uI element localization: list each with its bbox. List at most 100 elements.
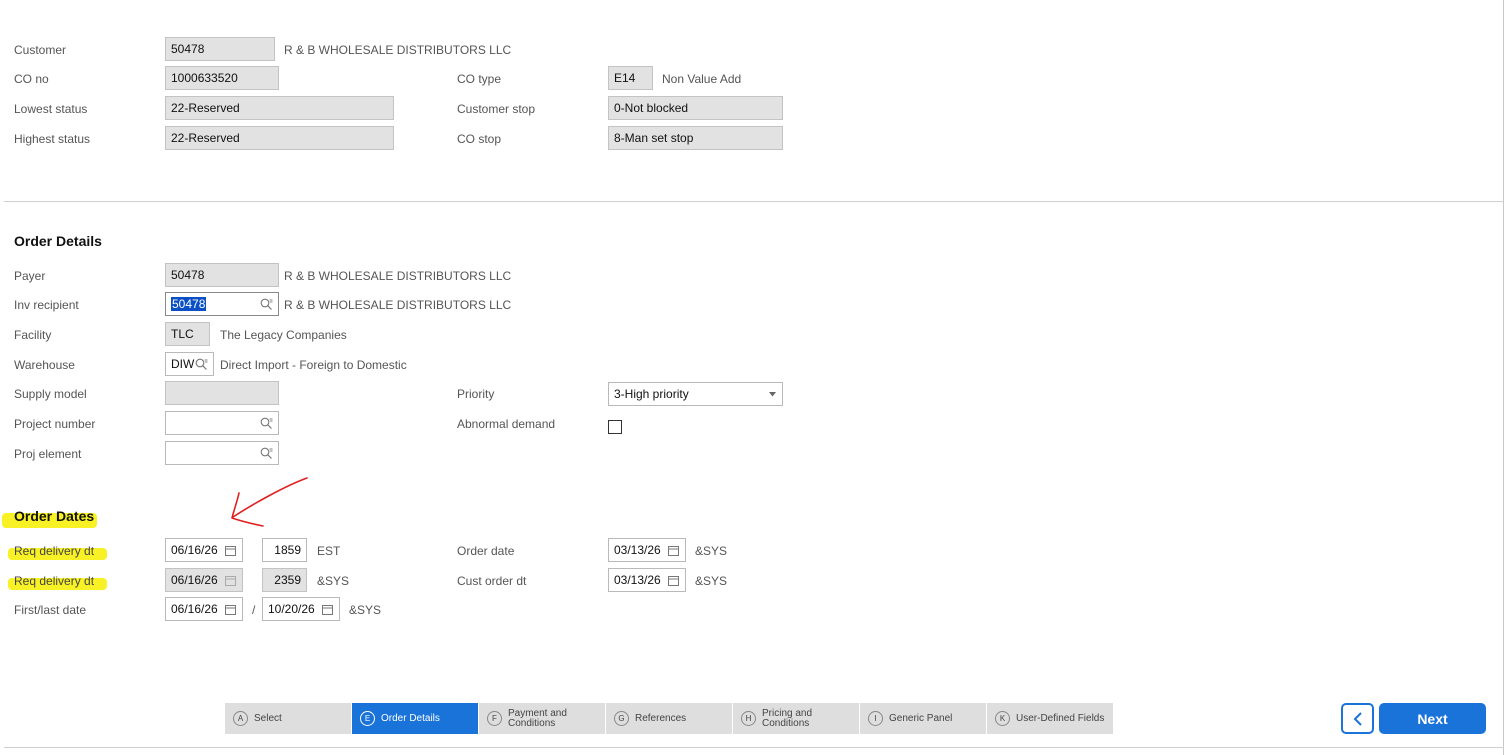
highest-status-value: 22-Reserved	[171, 131, 240, 145]
step-label: Pricing and Conditions	[762, 707, 813, 729]
facility-label: Facility	[14, 328, 52, 342]
step-key: K	[995, 711, 1010, 726]
co-stop-field: 8-Man set stop	[608, 126, 783, 150]
search-icon[interactable]	[195, 358, 208, 371]
wizard-step-references[interactable]: G References	[606, 703, 732, 734]
req-delivery-date-input[interactable]: 06/16/26	[165, 538, 243, 562]
facility-value: TLC	[171, 327, 194, 341]
customer-stop-value: 0-Not blocked	[614, 101, 689, 115]
step-key: H	[741, 711, 756, 726]
next-button[interactable]: Next	[1379, 703, 1486, 734]
co-type-field: E14	[608, 66, 653, 90]
priority-value: 3-High priority	[614, 387, 689, 401]
warehouse-label: Warehouse	[14, 358, 75, 372]
calendar-icon[interactable]	[224, 603, 237, 616]
priority-select[interactable]: 3-High priority	[608, 382, 783, 406]
proj-element-label: Proj element	[14, 447, 82, 461]
lowest-status-value: 22-Reserved	[171, 101, 240, 115]
chevron-down-icon[interactable]	[769, 392, 776, 397]
req-delivery2-time-field: 2359	[262, 568, 307, 592]
facility-field: TLC	[165, 322, 210, 346]
co-no-field: 1000633520	[165, 66, 279, 90]
facility-name: The Legacy Companies	[220, 328, 347, 342]
order-date-input[interactable]: 03/13/26	[608, 538, 686, 562]
project-number-label: Project number	[14, 417, 96, 431]
co-stop-value: 8-Man set stop	[614, 131, 694, 145]
req-delivery2-label: Req delivery dt	[14, 574, 95, 588]
wizard-step-user-defined-fields[interactable]: K User-Defined Fields	[987, 703, 1113, 734]
customer-stop-field: 0-Not blocked	[608, 96, 783, 120]
wizard-step-order-details[interactable]: E Order Details	[352, 703, 478, 734]
step-label: References	[635, 712, 687, 724]
first-date-input[interactable]: 06/16/26	[165, 597, 243, 621]
step-key: A	[233, 711, 248, 726]
step-label: Order Details	[381, 712, 440, 724]
payer-field: 50478	[165, 263, 279, 287]
project-number-input[interactable]	[165, 411, 279, 435]
step-key: F	[487, 711, 502, 726]
co-type-value: E14	[614, 71, 636, 85]
wizard-step-generic-panel[interactable]: I Generic Panel	[860, 703, 986, 734]
order-dates-title: Order Dates	[14, 508, 95, 524]
co-stop-label: CO stop	[457, 132, 502, 146]
bottom-divider	[4, 747, 1504, 748]
back-button[interactable]	[1341, 703, 1374, 734]
right-edge-rule	[1503, 0, 1504, 755]
payer-value: 50478	[171, 268, 205, 282]
last-date-input[interactable]: 10/20/26	[262, 597, 340, 621]
wizard-step-pricing-conditions[interactable]: H Pricing and Conditions	[733, 703, 859, 734]
proj-element-input[interactable]	[165, 441, 279, 465]
cust-order-date-input[interactable]: 03/13/26	[608, 568, 686, 592]
req-delivery-time-input[interactable]: 1859	[262, 538, 307, 562]
wizard-step-payment-conditions[interactable]: F Payment and Conditions	[479, 703, 605, 734]
order-date-label: Order date	[457, 544, 515, 558]
highest-status-field: 22-Reserved	[165, 126, 394, 150]
calendar-icon[interactable]	[667, 544, 680, 557]
warehouse-input[interactable]: DIW	[165, 352, 214, 376]
order-date-tz: &SYS	[695, 544, 728, 558]
customer-field: 50478	[165, 37, 275, 61]
calendar-icon[interactable]	[321, 603, 334, 616]
customer-stop-label: Customer stop	[457, 102, 536, 116]
req-delivery-time-value: 1859	[274, 543, 301, 557]
highest-status-label: Highest status	[14, 132, 91, 146]
inv-recipient-name: R & B WHOLESALE DISTRIBUTORS LLC	[284, 298, 512, 312]
co-no-label: CO no	[14, 72, 49, 86]
abnormal-demand-checkbox[interactable]	[608, 420, 622, 434]
supply-model-field	[165, 381, 279, 405]
search-icon[interactable]	[260, 298, 273, 311]
priority-label: Priority	[457, 387, 495, 401]
calendar-icon[interactable]	[667, 574, 680, 587]
req-delivery-label: Req delivery dt	[14, 544, 95, 558]
step-label: Generic Panel	[889, 712, 953, 724]
section-divider	[4, 201, 1504, 202]
customer-label: Customer	[14, 43, 67, 57]
cust-order-tz: &SYS	[695, 574, 728, 588]
inv-recipient-label: Inv recipient	[14, 298, 79, 312]
supply-model-label: Supply model	[14, 387, 87, 401]
step-label: Payment and Conditions	[508, 707, 567, 729]
search-icon[interactable]	[260, 447, 273, 460]
order-details-title: Order Details	[14, 233, 102, 249]
date-separator: /	[252, 603, 256, 617]
co-type-desc: Non Value Add	[662, 72, 742, 86]
red-arrow-annotation	[231, 477, 308, 527]
warehouse-name: Direct Import - Foreign to Domestic	[220, 358, 407, 372]
req-delivery2-tz: &SYS	[317, 574, 350, 588]
req-delivery2-time-value: 2359	[274, 573, 301, 587]
inv-recipient-input[interactable]: 50478	[165, 292, 279, 316]
co-type-label: CO type	[457, 72, 502, 86]
abnormal-demand-label: Abnormal demand	[457, 417, 556, 431]
wizard-steps: A Select E Order Details F Payment and Cond…	[225, 703, 1114, 734]
cust-order-label: Cust order dt	[457, 574, 527, 588]
inv-recipient-value: 50478	[171, 297, 207, 311]
payer-label: Payer	[14, 269, 46, 283]
lowest-status-field: 22-Reserved	[165, 96, 394, 120]
wizard-step-select[interactable]: A Select	[225, 703, 351, 734]
search-icon[interactable]	[260, 417, 273, 430]
calendar-icon	[225, 576, 236, 586]
step-key: G	[614, 711, 629, 726]
req-delivery-tz: EST	[317, 544, 341, 558]
chevron-left-icon	[1353, 711, 1362, 726]
calendar-icon[interactable]	[224, 544, 237, 557]
